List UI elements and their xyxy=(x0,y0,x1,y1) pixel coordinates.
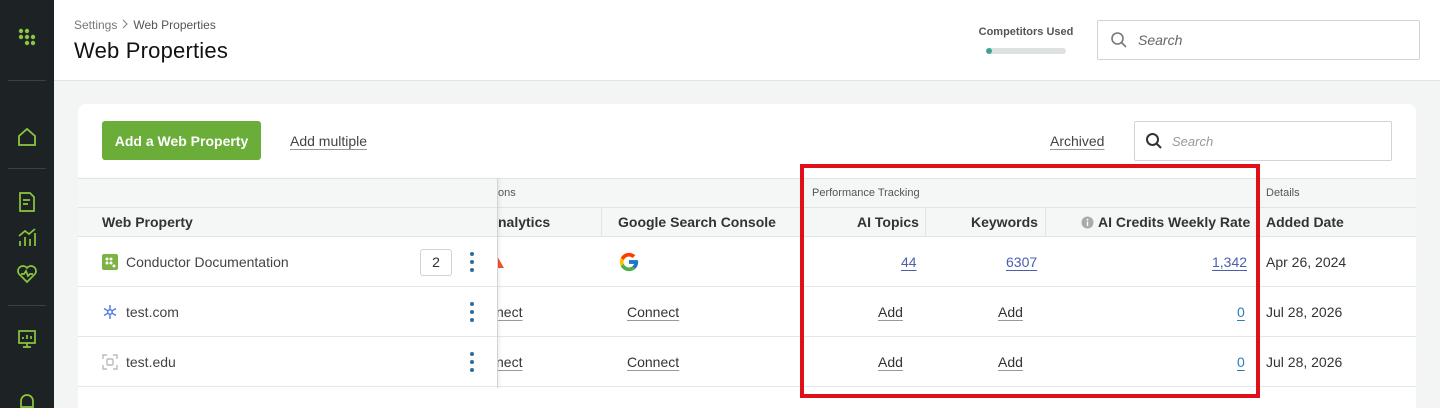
page-header: Settings Web Properties Web Properties C… xyxy=(54,0,1440,81)
page-title: Web Properties xyxy=(74,38,229,63)
column-web-property[interactable]: Web Property xyxy=(102,214,193,230)
added-date: Jul 28, 2026 xyxy=(1266,304,1343,320)
bell-icon[interactable] xyxy=(15,390,39,408)
column-keywords[interactable]: Keywords xyxy=(971,214,1038,230)
more-vertical-icon[interactable] xyxy=(469,302,475,322)
header-search[interactable] xyxy=(1097,20,1420,60)
placeholder-site-icon xyxy=(102,354,118,370)
group-performance-tracking: Performance Tracking xyxy=(812,187,920,199)
added-date: Jul 28, 2026 xyxy=(1266,354,1343,370)
added-date: Apr 26, 2024 xyxy=(1266,254,1347,270)
google-icon xyxy=(618,251,640,278)
home-icon[interactable] xyxy=(15,125,39,149)
header-search-input[interactable] xyxy=(1138,32,1398,48)
health-icon[interactable] xyxy=(15,262,39,286)
group-integrations: ons xyxy=(498,187,516,199)
logo-icon[interactable] xyxy=(15,25,39,49)
nav-divider xyxy=(8,305,46,306)
keywords-link[interactable]: 6307 xyxy=(1006,254,1037,270)
breadcrumb-settings[interactable]: Settings xyxy=(74,18,117,32)
competitors-used-fill xyxy=(986,48,993,54)
divider xyxy=(925,208,926,237)
sticky-group-header xyxy=(78,178,497,208)
chevron-right-icon xyxy=(121,18,129,32)
trend-icon[interactable] xyxy=(15,226,39,250)
competitor-count-badge[interactable]: 2 xyxy=(420,249,452,276)
table-search-input[interactable] xyxy=(1172,133,1372,149)
add-web-property-button[interactable]: Add a Web Property xyxy=(102,121,261,160)
web-property-row[interactable]: Conductor Documentation 2 xyxy=(78,237,497,287)
search-icon xyxy=(1146,133,1162,149)
divider xyxy=(801,208,802,237)
info-icon[interactable] xyxy=(1081,216,1094,234)
sticky-web-property-column: Web Property Conductor Documentation 2 t… xyxy=(78,178,498,388)
divider xyxy=(801,179,802,209)
divider xyxy=(601,208,602,237)
archived-link[interactable]: Archived xyxy=(1050,133,1104,149)
ai-topics-add-link[interactable]: Add xyxy=(878,304,903,320)
keywords-add-link[interactable]: Add xyxy=(998,354,1023,370)
web-property-name[interactable]: test.edu xyxy=(126,354,176,370)
nav-divider xyxy=(8,80,46,81)
ai-credits-link[interactable]: 0 xyxy=(1237,304,1245,320)
left-nav xyxy=(0,0,54,408)
sticky-column-header: Web Property xyxy=(78,208,497,237)
column-added-date[interactable]: Added Date xyxy=(1266,214,1344,230)
nav-divider xyxy=(8,168,46,169)
web-property-name[interactable]: Conductor Documentation xyxy=(126,254,289,270)
column-ai-credits-weekly-rate[interactable]: AI Credits Weekly Rate xyxy=(1098,214,1250,230)
analytics-connect-link[interactable]: nect xyxy=(496,304,522,320)
presentation-icon[interactable] xyxy=(15,327,39,351)
web-property-row[interactable]: test.com xyxy=(78,287,497,337)
column-google-search-console[interactable]: Google Search Console xyxy=(618,214,776,230)
more-vertical-icon[interactable] xyxy=(469,252,475,272)
report-icon[interactable] xyxy=(15,190,39,214)
divider xyxy=(1257,179,1258,209)
conductor-logo-icon xyxy=(102,254,118,270)
ai-credits-link[interactable]: 1,342 xyxy=(1212,254,1247,270)
search-icon xyxy=(1111,32,1127,48)
web-property-row[interactable]: test.edu xyxy=(78,337,497,387)
snowflake-icon xyxy=(102,304,118,320)
breadcrumb-current: Web Properties xyxy=(133,18,216,32)
divider xyxy=(1257,208,1258,237)
ai-topics-link[interactable]: 44 xyxy=(901,254,917,270)
add-multiple-link[interactable]: Add multiple xyxy=(290,133,367,149)
gsc-connect-link[interactable]: Connect xyxy=(627,304,679,320)
group-details: Details xyxy=(1266,187,1300,199)
column-analytics[interactable]: nalytics xyxy=(498,214,550,230)
keywords-add-link[interactable]: Add xyxy=(998,304,1023,320)
divider xyxy=(1045,208,1046,237)
competitors-used-bar xyxy=(986,48,1066,54)
table-search[interactable] xyxy=(1134,121,1392,161)
ai-topics-add-link[interactable]: Add xyxy=(878,354,903,370)
column-ai-topics[interactable]: AI Topics xyxy=(857,214,919,230)
competitors-used-label: Competitors Used xyxy=(978,26,1074,38)
gsc-connect-link[interactable]: Connect xyxy=(627,354,679,370)
web-property-name[interactable]: test.com xyxy=(126,304,179,320)
breadcrumb: Settings Web Properties xyxy=(74,18,216,32)
analytics-connect-link[interactable]: nect xyxy=(496,354,522,370)
ai-credits-link[interactable]: 0 xyxy=(1237,354,1245,370)
more-vertical-icon[interactable] xyxy=(469,352,475,372)
